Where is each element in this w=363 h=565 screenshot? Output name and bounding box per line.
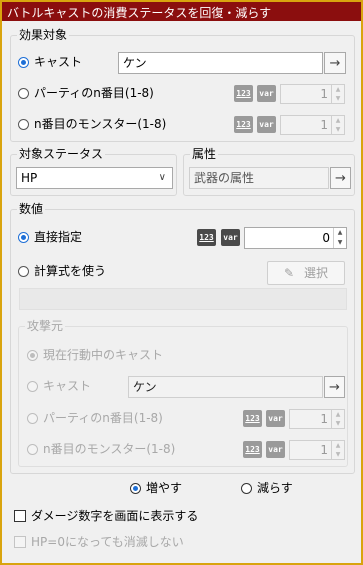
show-damage-label: ダメージ数字を画面に表示する [31, 509, 199, 523]
target-party-index[interactable]: 1 ▲ ▼ [280, 84, 345, 104]
formula-field[interactable] [19, 288, 347, 310]
no-vanish-label: HP=0になっても消滅しない [31, 535, 184, 549]
attacker-cast-label: キャスト [43, 379, 92, 393]
chevron-down-icon: ∨ [158, 172, 166, 183]
stepper-icon[interactable]: ▲ ▼ [331, 85, 344, 103]
direct-radio[interactable] [18, 232, 29, 243]
formula-select-button[interactable]: ✎ 選択 [267, 261, 345, 285]
increase-radio[interactable] [130, 483, 141, 494]
show-damage-checkbox[interactable] [14, 510, 26, 522]
attacker-cast-radio[interactable] [27, 381, 38, 392]
direct-label: 直接指定 [34, 230, 83, 244]
target-cast-radio[interactable] [18, 57, 29, 68]
attacker-party-radio[interactable] [27, 413, 38, 424]
value-group: 数値 直接指定 123 var 0 ▲ ▼ 計算式を使う ✎ 選択 攻撃元 現在行動… [10, 201, 355, 474]
attacker-monster-radio[interactable] [27, 444, 38, 455]
attribute-group-legend: 属性 [190, 146, 219, 162]
target-monster-label: n番目のモンスター(1-8) [34, 117, 167, 131]
attacker-cast-pick-button[interactable]: → [324, 376, 345, 398]
attacker-monster-index-value: 1 [320, 443, 328, 457]
attacker-party-label: パーティのn番目(1-8) [43, 411, 163, 425]
variable-icon[interactable]: var [266, 441, 285, 458]
target-party-radio[interactable] [18, 88, 29, 99]
stepper-icon[interactable]: ▲ ▼ [331, 441, 344, 459]
no-vanish-checkbox[interactable] [14, 536, 26, 548]
attacker-cast-field[interactable]: ケン [128, 376, 323, 398]
attacker-current-label: 現在行動中のキャスト [43, 348, 164, 362]
attribute-pick-button[interactable]: → [330, 167, 351, 189]
status-select[interactable]: HP ∨ [16, 167, 173, 189]
number-icon[interactable]: 123 [197, 229, 216, 246]
dialog-window: バトルキャストの消費ステータスを回復・減らす 効果対象 キャスト ケン → パー… [0, 0, 363, 565]
attacker-party-index[interactable]: 1 ▲ ▼ [289, 409, 345, 429]
attribute-group: 属性 武器の属性 → [183, 146, 355, 196]
target-group: 効果対象 キャスト ケン → パーティのn番目(1-8) 123 var 1 ▲… [10, 27, 355, 142]
target-cast-pick-button[interactable]: → [324, 52, 346, 74]
attacker-monster-index[interactable]: 1 ▲ ▼ [289, 440, 345, 460]
attacker-current-radio[interactable] [27, 350, 38, 361]
target-party-index-value: 1 [320, 87, 328, 101]
formula-label: 計算式を使う [34, 264, 107, 278]
decrease-radio[interactable] [241, 483, 252, 494]
attacker-group: 攻撃元 現在行動中のキャスト キャスト ケン → パーティのn番目(1-8) 1… [18, 318, 348, 467]
status-group: 対象ステータス HP ∨ [10, 146, 177, 196]
target-party-label: パーティのn番目(1-8) [34, 86, 154, 100]
formula-radio[interactable] [18, 266, 29, 277]
attacker-monster-label: n番目のモンスター(1-8) [43, 442, 176, 456]
variable-icon[interactable]: var [266, 410, 285, 427]
attacker-party-index-value: 1 [320, 412, 328, 426]
formula-select-label: 選択 [304, 266, 329, 280]
number-icon[interactable]: 123 [234, 85, 253, 102]
increase-label: 増やす [146, 481, 183, 495]
target-monster-index-value: 1 [320, 118, 328, 132]
target-cast-label: キャスト [34, 55, 83, 69]
target-monster-radio[interactable] [18, 119, 29, 130]
status-group-legend: 対象ステータス [17, 146, 106, 162]
attacker-group-legend: 攻撃元 [25, 318, 66, 334]
target-group-legend: 効果対象 [17, 27, 70, 43]
variable-icon[interactable]: var [257, 85, 276, 102]
number-icon[interactable]: 123 [243, 410, 262, 427]
attribute-field[interactable]: 武器の属性 [189, 167, 329, 189]
variable-icon[interactable]: var [257, 116, 276, 133]
stepper-icon[interactable]: ▲ ▼ [331, 410, 344, 428]
stepper-icon[interactable]: ▲ ▼ [331, 116, 344, 134]
stepper-icon[interactable]: ▲ ▼ [333, 228, 346, 248]
arrow-right-icon: → [335, 170, 346, 186]
direct-value: 0 [322, 231, 330, 245]
value-group-legend: 数値 [17, 201, 46, 217]
variable-icon[interactable]: var [221, 229, 240, 246]
pencil-icon: ✎ [283, 266, 295, 280]
arrow-right-icon: → [329, 379, 340, 395]
decrease-label: 減らす [257, 481, 293, 495]
target-cast-field[interactable]: ケン [118, 52, 323, 74]
target-monster-index[interactable]: 1 ▲ ▼ [280, 115, 345, 135]
direct-value-input[interactable]: 0 ▲ ▼ [244, 227, 347, 249]
status-select-value: HP [21, 171, 38, 185]
number-icon[interactable]: 123 [243, 441, 262, 458]
arrow-right-icon: → [329, 55, 341, 71]
number-icon[interactable]: 123 [234, 116, 253, 133]
window-title: バトルキャストの消費ステータスを回復・減らす [2, 2, 361, 21]
